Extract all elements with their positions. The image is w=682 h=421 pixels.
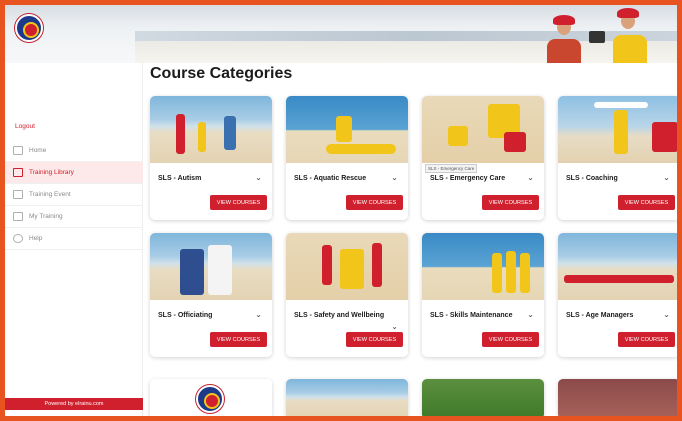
sidebar-item-label: Home bbox=[29, 147, 47, 154]
photo-finish-tape bbox=[594, 102, 648, 108]
card-image bbox=[150, 233, 272, 300]
photo-figure bbox=[198, 122, 206, 152]
sidebar-item-my-training[interactable]: My Training bbox=[5, 206, 143, 228]
banner-person-shirt bbox=[613, 35, 647, 63]
photo-figure bbox=[208, 245, 232, 295]
banner-lifesavers-photo bbox=[539, 5, 659, 63]
view-courses-button[interactable]: VIEW COURSES bbox=[482, 332, 539, 347]
chevron-down-icon[interactable]: ⌄ bbox=[527, 173, 534, 182]
sidebar-item-label: Training Library bbox=[29, 169, 74, 176]
banner-device bbox=[589, 31, 605, 43]
card-image bbox=[150, 96, 272, 163]
library-icon bbox=[13, 168, 23, 177]
photo-figure bbox=[322, 245, 332, 285]
view-courses-button[interactable]: VIEW COURSES bbox=[618, 332, 675, 347]
sidebar-item-label: Training Event bbox=[29, 191, 71, 198]
photo-figure bbox=[176, 114, 185, 154]
course-card-age-managers[interactable]: SLS - Age Managers ⌄ VIEW COURSES bbox=[558, 233, 677, 357]
card-image bbox=[558, 379, 677, 416]
chevron-down-icon[interactable]: ⌄ bbox=[391, 173, 398, 182]
card-title: SLS - Coaching bbox=[566, 175, 618, 182]
course-card-skills-maintenance[interactable]: SLS - Skills Maintenance ⌄ VIEW COURSES bbox=[422, 233, 544, 357]
chevron-down-icon[interactable]: ⌄ bbox=[255, 310, 262, 319]
photo-figure bbox=[448, 126, 468, 146]
course-card-autism[interactable]: SLS - Autism ⌄ VIEW COURSES bbox=[150, 96, 272, 220]
card-image bbox=[286, 379, 408, 416]
view-courses-button[interactable]: VIEW COURSES bbox=[346, 195, 403, 210]
header-banner bbox=[5, 5, 677, 63]
sidebar-item-training-event[interactable]: Training Event bbox=[5, 184, 143, 206]
card-image bbox=[422, 96, 544, 163]
page-title: Course Categories bbox=[150, 65, 293, 82]
calendar-icon bbox=[13, 190, 23, 199]
chevron-down-icon[interactable]: ⌄ bbox=[663, 310, 670, 319]
card-title: SLS - Safety and Wellbeing bbox=[294, 312, 385, 319]
photo-figure bbox=[180, 249, 204, 295]
sidebar-item-label: Help bbox=[29, 235, 43, 242]
card-title: SLS - Aquatic Rescue bbox=[294, 175, 367, 182]
card-image bbox=[150, 379, 272, 416]
view-courses-button[interactable]: VIEW COURSES bbox=[210, 332, 267, 347]
sidebar-item-help[interactable]: Help bbox=[5, 228, 143, 250]
home-icon bbox=[13, 146, 23, 155]
card-title: SLS - Autism bbox=[158, 175, 202, 182]
surf-life-saving-logo[interactable] bbox=[15, 14, 43, 42]
card-image bbox=[286, 233, 408, 300]
sidebar-item-training-library[interactable]: Training Library bbox=[5, 162, 143, 184]
sidebar-item-home[interactable]: Home bbox=[5, 140, 143, 162]
photo-crowd bbox=[652, 122, 677, 152]
sidebar-item-label: My Training bbox=[29, 213, 63, 220]
card-image bbox=[558, 96, 677, 163]
photo-tug-of-war bbox=[564, 275, 674, 283]
chevron-down-icon[interactable]: ⌄ bbox=[255, 173, 262, 182]
view-courses-button[interactable]: VIEW COURSES bbox=[482, 195, 539, 210]
course-card-partial[interactable] bbox=[150, 379, 272, 416]
card-title: SLS - Skills Maintenance bbox=[430, 312, 513, 319]
course-card-emergency-care[interactable]: SLS - Emergency Care SLS - Emergency Car… bbox=[422, 96, 544, 220]
chevron-down-icon[interactable]: ⌄ bbox=[391, 322, 398, 331]
card-image bbox=[286, 96, 408, 163]
course-card-partial[interactable] bbox=[422, 379, 544, 416]
photo-figure bbox=[504, 132, 526, 152]
sidebar: Logout Home Training Library Training Ev… bbox=[5, 63, 143, 416]
logout-link[interactable]: Logout bbox=[15, 123, 35, 130]
app-frame: Logout Home Training Library Training Ev… bbox=[0, 0, 682, 421]
course-card-aquatic-rescue[interactable]: SLS - Aquatic Rescue ⌄ VIEW COURSES bbox=[286, 96, 408, 220]
course-card-partial[interactable] bbox=[286, 379, 408, 416]
photo-figure bbox=[372, 243, 382, 287]
card-title: SLS - Officiating bbox=[158, 312, 213, 319]
view-courses-button[interactable]: VIEW COURSES bbox=[346, 332, 403, 347]
card-tooltip: SLS - Emergency Care bbox=[425, 164, 478, 173]
card-image bbox=[422, 379, 544, 416]
photo-figure bbox=[492, 253, 502, 293]
card-image bbox=[422, 233, 544, 300]
course-card-officiating[interactable]: SLS - Officiating ⌄ VIEW COURSES bbox=[150, 233, 272, 357]
powered-by-footer[interactable]: Powered by elrainu.com bbox=[5, 398, 143, 410]
banner-person-cap bbox=[617, 8, 639, 18]
view-courses-button[interactable]: VIEW COURSES bbox=[210, 195, 267, 210]
course-card-partial[interactable] bbox=[558, 379, 677, 416]
banner-person-shirt bbox=[547, 39, 581, 63]
card-image bbox=[558, 233, 677, 300]
photo-figure bbox=[520, 253, 530, 293]
view-courses-button[interactable]: VIEW COURSES bbox=[618, 195, 675, 210]
photo-figure bbox=[224, 116, 236, 150]
card-title: SLS - Emergency Care bbox=[430, 175, 506, 182]
photo-figure bbox=[614, 110, 628, 154]
banner-person-cap bbox=[553, 15, 575, 25]
photo-figure bbox=[340, 249, 364, 289]
card-title: SLS - Age Managers bbox=[566, 312, 634, 319]
help-icon bbox=[13, 234, 23, 243]
course-card-safety-and-wellbeing[interactable]: SLS - Safety and Wellbeing ⌄ VIEW COURSE… bbox=[286, 233, 408, 357]
chevron-down-icon[interactable]: ⌄ bbox=[527, 310, 534, 319]
course-card-coaching[interactable]: SLS - Coaching ⌄ VIEW COURSES bbox=[558, 96, 677, 220]
document-icon bbox=[13, 212, 23, 221]
chevron-down-icon[interactable]: ⌄ bbox=[663, 173, 670, 182]
photo-rescue-board bbox=[326, 144, 396, 154]
photo-figure bbox=[336, 116, 352, 142]
surf-life-saving-logo bbox=[196, 385, 224, 413]
photo-figure bbox=[506, 251, 516, 293]
